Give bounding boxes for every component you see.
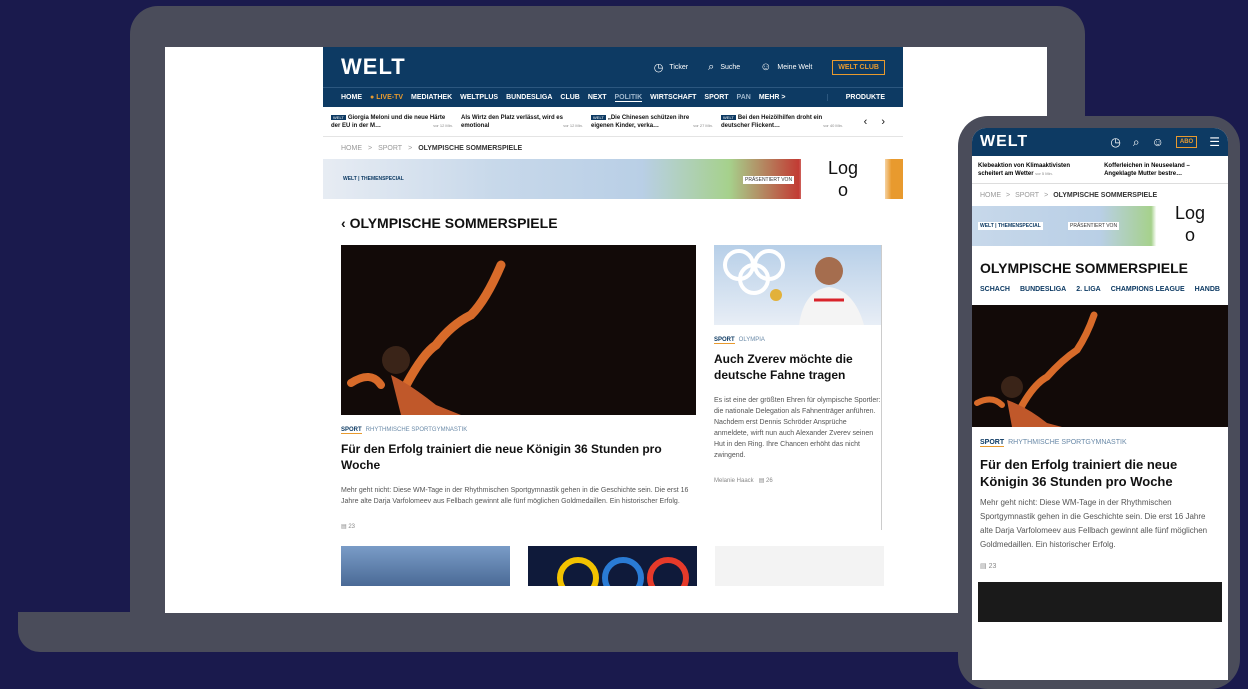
main-nav: HOME ● LIVE-TV MEDIATHEK WELTPLUS BUNDES… <box>323 87 903 107</box>
article-kicker: SPORT RHYTHMISCHE SPORTGYMNASTIK <box>980 439 1127 447</box>
themenspecial-banner[interactable]: WELT | THEMENSPECIAL PRÄSENTIERT VON Log… <box>972 202 1228 248</box>
section-title: ‹ OLYMPISCHE SOMMERSPIELE <box>341 215 558 231</box>
nav-item[interactable]: MEDIATHEK <box>411 94 452 101</box>
themenspecial-banner[interactable]: WELT | THEMENSPECIAL PRÄSENTIERT VON Log… <box>323 157 903 205</box>
user-icon: ☺ <box>760 61 772 73</box>
welt-badge: WELT <box>591 114 606 120</box>
abo-button[interactable]: ABO <box>1175 136 1198 148</box>
ticker-item[interactable]: Als Wirtz den Platz verlässt, wird es em… <box>457 114 587 130</box>
ticker-item[interactable]: Kofferleichen in Neuseeland – Angeklagte… <box>1104 162 1222 183</box>
laptop-base <box>18 612 1103 652</box>
article-headline[interactable]: Für den Erfolg trainiert die neue Königi… <box>980 456 1220 490</box>
nav-item[interactable]: HOME <box>341 94 362 101</box>
breadcrumb-current: OLYMPISCHE SOMMERSPIELE <box>1053 191 1158 199</box>
breadcrumb-home[interactable]: HOME <box>980 192 1001 199</box>
nav-item-live-tv[interactable]: ● LIVE-TV <box>370 94 403 101</box>
produkte-link[interactable]: PRODUKTE <box>826 94 885 101</box>
article-meta: Melanie Haack ▤ 26 <box>714 478 773 484</box>
article-headline[interactable]: Für den Erfolg trainiert die neue Königi… <box>341 441 696 473</box>
nav-item[interactable]: WIRTSCHAFT <box>650 94 696 101</box>
breadcrumb-sport[interactable]: SPORT <box>378 145 402 152</box>
tab-schach[interactable]: SCHACH <box>980 286 1010 293</box>
article-teaser: Mehr geht nicht: Diese WM-Tage in der Rh… <box>980 498 1208 549</box>
nav-item[interactable]: SPORT <box>704 94 728 101</box>
topic-tabs: SCHACH BUNDESLIGA 2. LIGA CHAMPIONS LEAG… <box>972 286 1228 293</box>
search-icon[interactable]: ⌕ <box>1133 135 1140 150</box>
ticker-item[interactable]: WELT Giorgia Meloni und die neue Härte de… <box>327 114 457 130</box>
ticker-item[interactable]: WELT Bei den Heizölhilfen droht ein deuts… <box>717 114 847 130</box>
section-title: OLYMPISCHE SOMMERSPIELE <box>980 260 1188 276</box>
clock-icon[interactable]: ◷ <box>1110 135 1120 149</box>
next-article-image[interactable] <box>978 582 1222 622</box>
ticker-link[interactable]: ◷ Ticker <box>654 61 688 74</box>
article-teaser: Mehr geht nicht: Diese WM-Tage in der Rh… <box>341 487 689 505</box>
breadcrumb-sport[interactable]: SPORT <box>1015 192 1039 199</box>
chevron-left-icon[interactable]: ‹ <box>864 116 868 128</box>
nav-item[interactable]: BUNDESLIGA <box>506 94 552 101</box>
nav-item[interactable]: CLUB <box>560 94 579 101</box>
top-bar: WELT ◷ Ticker ⌕ Suche ☺ Meine Welt WELT CLU… <box>323 47 903 87</box>
breadcrumb-home[interactable]: HOME <box>341 145 362 152</box>
search-link[interactable]: ⌕ Suche <box>708 61 740 74</box>
comment-count[interactable]: ▤ 23 <box>341 523 696 530</box>
main-article[interactable]: SPORT RHYTHMISCHE SPORTGYMNASTIK Für den … <box>341 245 696 530</box>
news-ticker: WELT Giorgia Meloni und die neue Härte de… <box>323 107 903 137</box>
mobile-top-bar: WELT ◷ ⌕ ☺ ABO ☰ <box>972 128 1228 156</box>
nav-item[interactable]: NEXT <box>588 94 607 101</box>
tab-handball[interactable]: HANDB <box>1195 286 1220 293</box>
mobile-ticker: Klebeaktion von Klimaaktivisten scheiter… <box>972 156 1228 184</box>
welt-logo[interactable]: WELT <box>341 54 406 80</box>
breadcrumb: HOME > SPORT > OLYMPISCHE SOMMERSPIELE <box>341 144 523 152</box>
banner-presents: PRÄSENTIERT VON <box>1068 222 1120 230</box>
sponsor-logo: Logo <box>801 157 885 205</box>
banner-tag: WELT | THEMENSPECIAL <box>978 222 1043 230</box>
article-thumbnail[interactable] <box>341 546 510 586</box>
comment-icon: ▤ <box>341 524 347 530</box>
article-kicker: SPORT RHYTHMISCHE SPORTGYMNASTIK <box>341 427 468 434</box>
welt-club-button[interactable]: WELT CLUB <box>832 59 885 75</box>
ticker-item[interactable]: Klebeaktion von Klimaaktivisten scheiter… <box>978 162 1086 183</box>
gymnast-image <box>341 245 696 415</box>
comment-icon: ▤ <box>980 563 987 570</box>
account-link[interactable]: ☺ Meine Welt <box>760 61 812 73</box>
welt-badge: WELT <box>721 114 736 120</box>
laptop-screen: WELT ◷ Ticker ⌕ Suche ☺ Meine Welt WELT CLU… <box>165 47 1047 613</box>
article-teaser: Es ist eine der größten Ehren für olympi… <box>714 397 881 459</box>
zverev-image <box>714 245 881 325</box>
sponsor-logo: Logo <box>1158 202 1222 248</box>
article-kicker: SPORT OLYMPIA <box>714 337 765 344</box>
side-article[interactable]: SPORT OLYMPIA Auch Zverev möchte die deut… <box>714 245 882 530</box>
article-thumbnail[interactable] <box>715 546 884 586</box>
chevron-right-icon[interactable]: › <box>881 116 885 128</box>
tab-bundesliga[interactable]: BUNDESLIGA <box>1020 286 1066 293</box>
comment-count[interactable]: ▤ 23 <box>980 562 1220 570</box>
author[interactable]: Melanie Haack <box>714 478 754 484</box>
breadcrumb-current: OLYMPISCHE SOMMERSPIELE <box>418 144 523 152</box>
tab-2-liga[interactable]: 2. LIGA <box>1076 286 1101 293</box>
menu-icon[interactable]: ☰ <box>1209 135 1220 149</box>
nav-item[interactable]: WELTPLUS <box>460 94 498 101</box>
welt-logo[interactable]: WELT <box>980 133 1028 151</box>
ticker-item[interactable]: WELT „Die Chinesen schützen ihre eigenen … <box>587 114 717 130</box>
nav-item[interactable]: PAN <box>737 94 751 101</box>
mobile-site: WELT ◷ ⌕ ☺ ABO ☰ Klebeaktion von Klimaak… <box>972 128 1228 680</box>
comment-icon: ▤ <box>758 478 765 484</box>
tab-champions-league[interactable]: CHAMPIONS LEAGUE <box>1111 286 1185 293</box>
clock-icon: ◷ <box>653 61 664 74</box>
welt-badge: WELT <box>331 114 346 120</box>
olympic-rings-thumbnail[interactable] <box>528 546 697 599</box>
article-headline[interactable]: Auch Zverev möchte die deutsche Fahne tr… <box>714 351 881 383</box>
nav-item-active[interactable]: POLITIK <box>614 94 643 102</box>
nav-more[interactable]: MEHR > <box>759 94 786 101</box>
banner-presents: PRÄSENTIERT VON <box>743 176 795 184</box>
search-icon: ⌕ <box>708 60 715 73</box>
user-icon[interactable]: ☺ <box>1152 135 1164 149</box>
gymnast-image[interactable] <box>972 305 1228 427</box>
back-chevron-icon[interactable]: ‹ <box>341 215 346 231</box>
banner-tag: WELT | THEMENSPECIAL <box>343 176 404 182</box>
desktop-site: WELT ◷ Ticker ⌕ Suche ☺ Meine Welt WELT CLU… <box>323 47 903 613</box>
